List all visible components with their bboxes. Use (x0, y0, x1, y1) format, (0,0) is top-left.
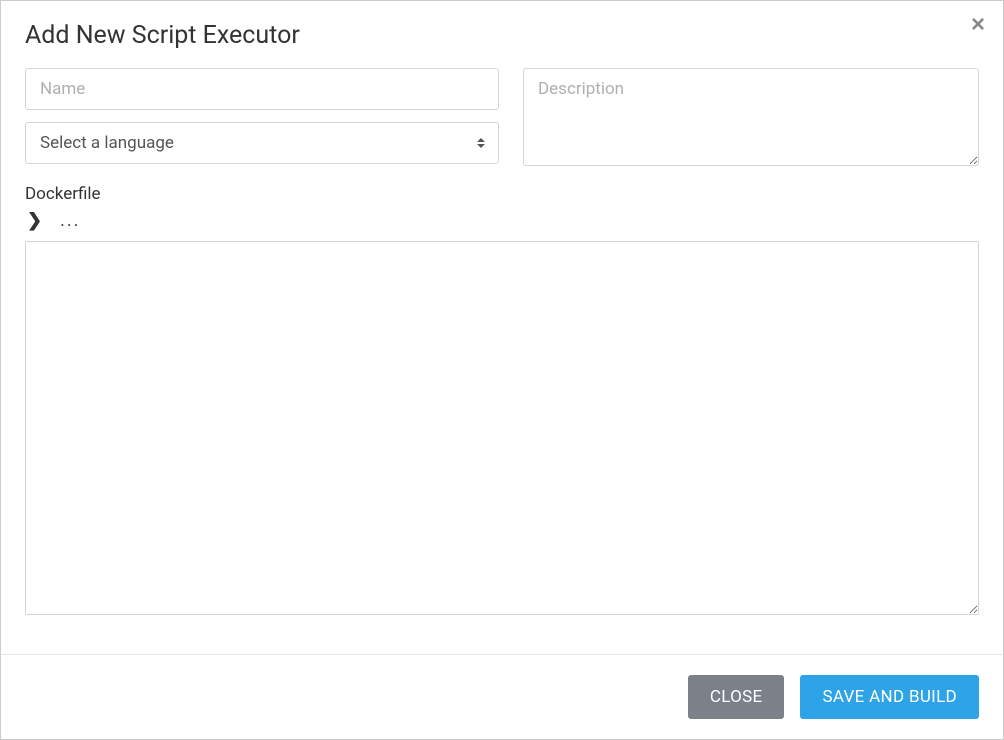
modal-body: Add New Script Executor Select a languag… (1, 1, 1003, 634)
fold-ellipsis: ... (60, 210, 80, 231)
description-textarea[interactable] (523, 68, 979, 166)
name-input[interactable] (25, 68, 499, 110)
form-right-column (523, 68, 979, 170)
close-icon[interactable]: × (971, 13, 985, 37)
save-and-build-button[interactable]: SAVE AND BUILD (800, 675, 979, 719)
chevron-right-icon[interactable]: ❯ (27, 210, 42, 231)
add-script-executor-modal: × Add New Script Executor Select a langu… (0, 0, 1004, 740)
form-top-row: Select a language (25, 68, 979, 170)
dockerfile-fold-row: ❯ ... (25, 210, 979, 231)
form-left-column: Select a language (25, 68, 499, 170)
modal-title: Add New Script Executor (25, 21, 979, 50)
close-button[interactable]: CLOSE (688, 675, 785, 719)
dockerfile-textarea[interactable] (25, 241, 979, 615)
dockerfile-label: Dockerfile (25, 184, 979, 204)
language-select-wrap: Select a language (25, 122, 499, 164)
modal-footer: CLOSE SAVE AND BUILD (1, 654, 1003, 739)
language-select[interactable]: Select a language (25, 122, 499, 164)
